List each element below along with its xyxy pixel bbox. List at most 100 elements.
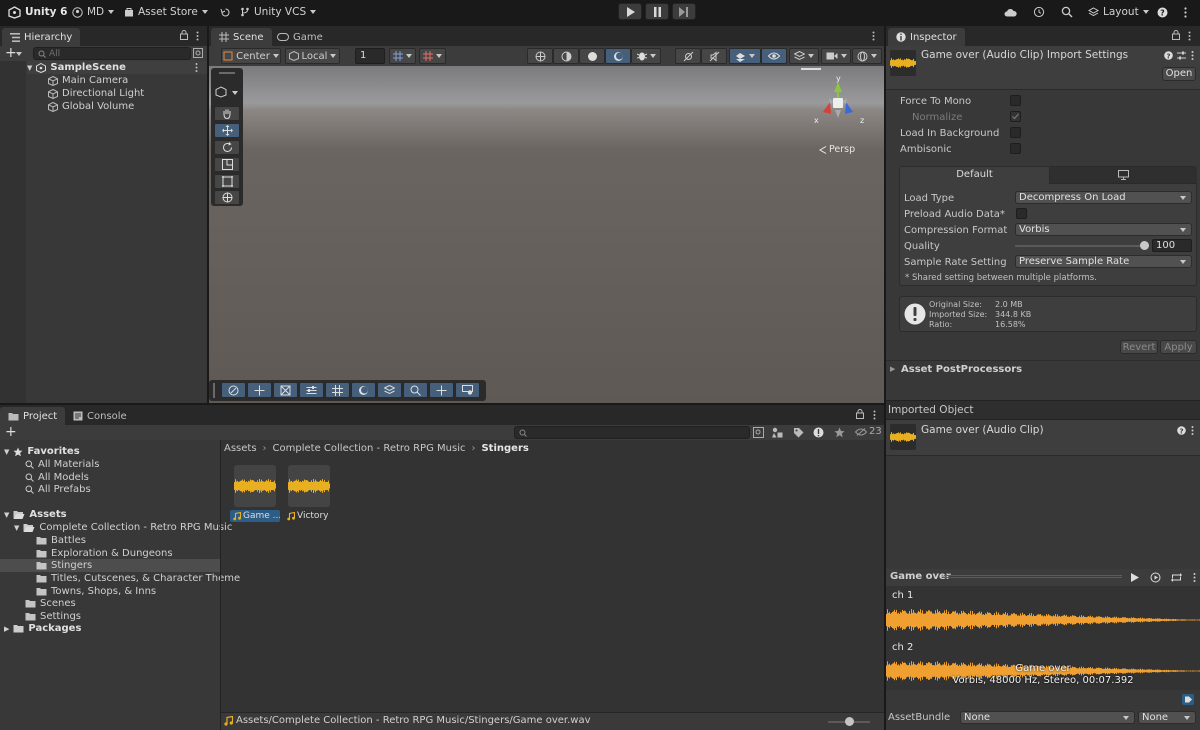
label-tag-icon[interactable] bbox=[793, 427, 804, 438]
favorite-item[interactable]: All Models bbox=[25, 471, 89, 484]
add-icon[interactable]: + bbox=[5, 425, 17, 439]
revert-button[interactable]: Revert bbox=[1120, 340, 1158, 354]
play-icon[interactable] bbox=[1130, 573, 1139, 582]
account-button[interactable]: MD bbox=[72, 4, 115, 20]
scene-visibility-button[interactable] bbox=[761, 48, 787, 64]
tab-hierarchy[interactable]: Hierarchy bbox=[2, 28, 81, 46]
lock-icon[interactable] bbox=[1172, 30, 1180, 40]
unity-menu[interactable]: Unity 6 bbox=[8, 4, 67, 20]
audio-toggle-button[interactable] bbox=[701, 48, 727, 64]
platform-tab-standalone[interactable] bbox=[1049, 167, 1197, 184]
projection-toggle[interactable]: Persp bbox=[819, 144, 855, 155]
hierarchy-search-input[interactable]: All bbox=[33, 47, 191, 60]
overlay-tool-4[interactable] bbox=[299, 382, 324, 398]
load-in-background-checkbox[interactable] bbox=[1010, 127, 1021, 138]
tab-console[interactable]: Console bbox=[65, 407, 135, 425]
postprocessors-foldout[interactable]: ▶ Asset PostProcessors bbox=[886, 360, 1200, 380]
search-icon[interactable] bbox=[1061, 4, 1073, 20]
folder-item[interactable]: Towns, Shops, & Inns bbox=[0, 585, 220, 598]
step-button[interactable] bbox=[672, 3, 696, 20]
tab-game[interactable]: Game bbox=[269, 28, 331, 46]
debug-mode-dropdown[interactable] bbox=[631, 48, 661, 64]
preload-checkbox[interactable] bbox=[1016, 208, 1027, 219]
compression-dropdown[interactable]: Vorbis bbox=[1015, 223, 1192, 236]
rotate-tool-button[interactable] bbox=[214, 140, 240, 155]
quality-field[interactable]: 100 bbox=[1152, 239, 1192, 252]
overlay-tool-1[interactable] bbox=[221, 382, 246, 398]
assetbundle-dropdown[interactable]: None bbox=[960, 711, 1135, 724]
lighting-mode-button[interactable] bbox=[605, 48, 631, 64]
favorite-item[interactable]: All Prefabs bbox=[25, 483, 91, 496]
pause-button[interactable] bbox=[645, 3, 669, 20]
open-button[interactable]: Open bbox=[1162, 67, 1196, 81]
overlay-tool-10[interactable] bbox=[455, 382, 480, 398]
help-icon[interactable]: ? bbox=[1164, 51, 1173, 60]
collection-folder[interactable]: ▼ Complete Collection - Retro RPG Music bbox=[14, 521, 232, 534]
history-icon[interactable] bbox=[1033, 4, 1045, 20]
pivot-mode-dropdown[interactable]: Center bbox=[221, 48, 281, 64]
normalize-checkbox[interactable] bbox=[1010, 111, 1021, 122]
scale-tool-button[interactable] bbox=[214, 157, 240, 172]
tree-item-scene[interactable]: ▼ SampleScene bbox=[27, 61, 207, 74]
transform-tool-button[interactable] bbox=[214, 190, 240, 205]
layers-dropdown[interactable] bbox=[789, 48, 819, 64]
asset-tile[interactable]: Game ... bbox=[230, 461, 280, 525]
folder-item[interactable]: Titles, Cutscenes, & Character Theme bbox=[0, 572, 240, 585]
expand-arrow-icon[interactable]: ▼ bbox=[14, 524, 19, 532]
lock-icon[interactable] bbox=[856, 409, 864, 419]
orientation-gizmo[interactable]: y x z bbox=[806, 74, 876, 134]
hierarchy-item[interactable]: Global Volume bbox=[48, 100, 134, 113]
play-button[interactable] bbox=[618, 3, 642, 20]
tab-inspector[interactable]: Inspector bbox=[888, 28, 965, 46]
assets-header[interactable]: ▼ Assets bbox=[4, 508, 67, 521]
quality-slider-track[interactable] bbox=[1015, 245, 1149, 247]
overlay-tool-8[interactable] bbox=[403, 382, 428, 398]
expand-arrow-icon[interactable]: ▼ bbox=[4, 448, 9, 456]
add-icon[interactable]: + bbox=[5, 46, 17, 60]
shaded-wire-button[interactable] bbox=[553, 48, 579, 64]
gizmo-drag-handle[interactable] bbox=[801, 68, 821, 70]
info-icon[interactable] bbox=[813, 427, 824, 438]
component-menu-icon[interactable] bbox=[1191, 51, 1194, 60]
rect-tool-button[interactable] bbox=[214, 174, 240, 189]
waveform-preview[interactable]: ch 1 ch 2 Game over Vorbis, 48000 Hz, St… bbox=[886, 586, 1200, 690]
favorite-star-icon[interactable] bbox=[834, 427, 845, 438]
view-options-icon[interactable] bbox=[215, 86, 239, 98]
asset-tile[interactable]: Victory bbox=[286, 461, 332, 525]
folder-item[interactable]: Stingers bbox=[0, 559, 220, 573]
snap-settings-dropdown[interactable] bbox=[419, 48, 446, 64]
breadcrumb-assets[interactable]: Assets bbox=[224, 443, 257, 454]
project-search-input[interactable] bbox=[514, 426, 750, 439]
panel-menu-icon[interactable] bbox=[872, 31, 875, 41]
hierarchy-item[interactable]: Main Camera bbox=[48, 74, 128, 87]
search-by-type-icon[interactable] bbox=[753, 427, 764, 438]
pivot-space-dropdown[interactable]: Local bbox=[285, 48, 340, 64]
component-menu-icon[interactable] bbox=[1191, 426, 1194, 435]
scene-menu-icon[interactable] bbox=[195, 63, 198, 72]
gizmos-dropdown[interactable] bbox=[852, 48, 882, 64]
overlay-tool-5[interactable] bbox=[325, 382, 350, 398]
folder-item[interactable]: Exploration & Dungeons bbox=[0, 547, 220, 560]
expand-arrow-icon[interactable]: ▼ bbox=[4, 511, 9, 519]
platform-tab-default[interactable]: Default bbox=[900, 167, 1049, 184]
grid-snap-field[interactable]: 1 bbox=[355, 48, 385, 64]
asset-store-button[interactable]: Asset Store bbox=[124, 4, 208, 20]
force-mono-checkbox[interactable] bbox=[1010, 95, 1021, 106]
preview-drag-bar[interactable] bbox=[944, 575, 1122, 579]
help-icon[interactable]: ? bbox=[1177, 426, 1186, 435]
folder-item[interactable]: Battles bbox=[0, 534, 220, 547]
tab-scene[interactable]: Scene bbox=[211, 28, 272, 46]
apply-button[interactable]: Apply bbox=[1160, 340, 1197, 354]
more-menu-icon[interactable] bbox=[1184, 4, 1187, 20]
panel-menu-icon[interactable] bbox=[873, 410, 876, 420]
toggle-2d-button[interactable] bbox=[675, 48, 701, 64]
breadcrumb-collection[interactable]: Complete Collection - Retro RPG Music bbox=[273, 443, 466, 454]
overlay-tool-7[interactable] bbox=[377, 382, 402, 398]
chevron-down-icon[interactable] bbox=[16, 52, 22, 56]
scene-viewport[interactable]: y x z Persp bbox=[209, 66, 884, 403]
icon-size-slider-thumb[interactable] bbox=[845, 717, 854, 726]
overlay-tool-6[interactable] bbox=[351, 382, 376, 398]
cloud-icon[interactable] bbox=[1004, 4, 1017, 20]
sample-rate-dropdown[interactable]: Preserve Sample Rate bbox=[1015, 255, 1192, 268]
ambisonic-checkbox[interactable] bbox=[1010, 143, 1021, 154]
